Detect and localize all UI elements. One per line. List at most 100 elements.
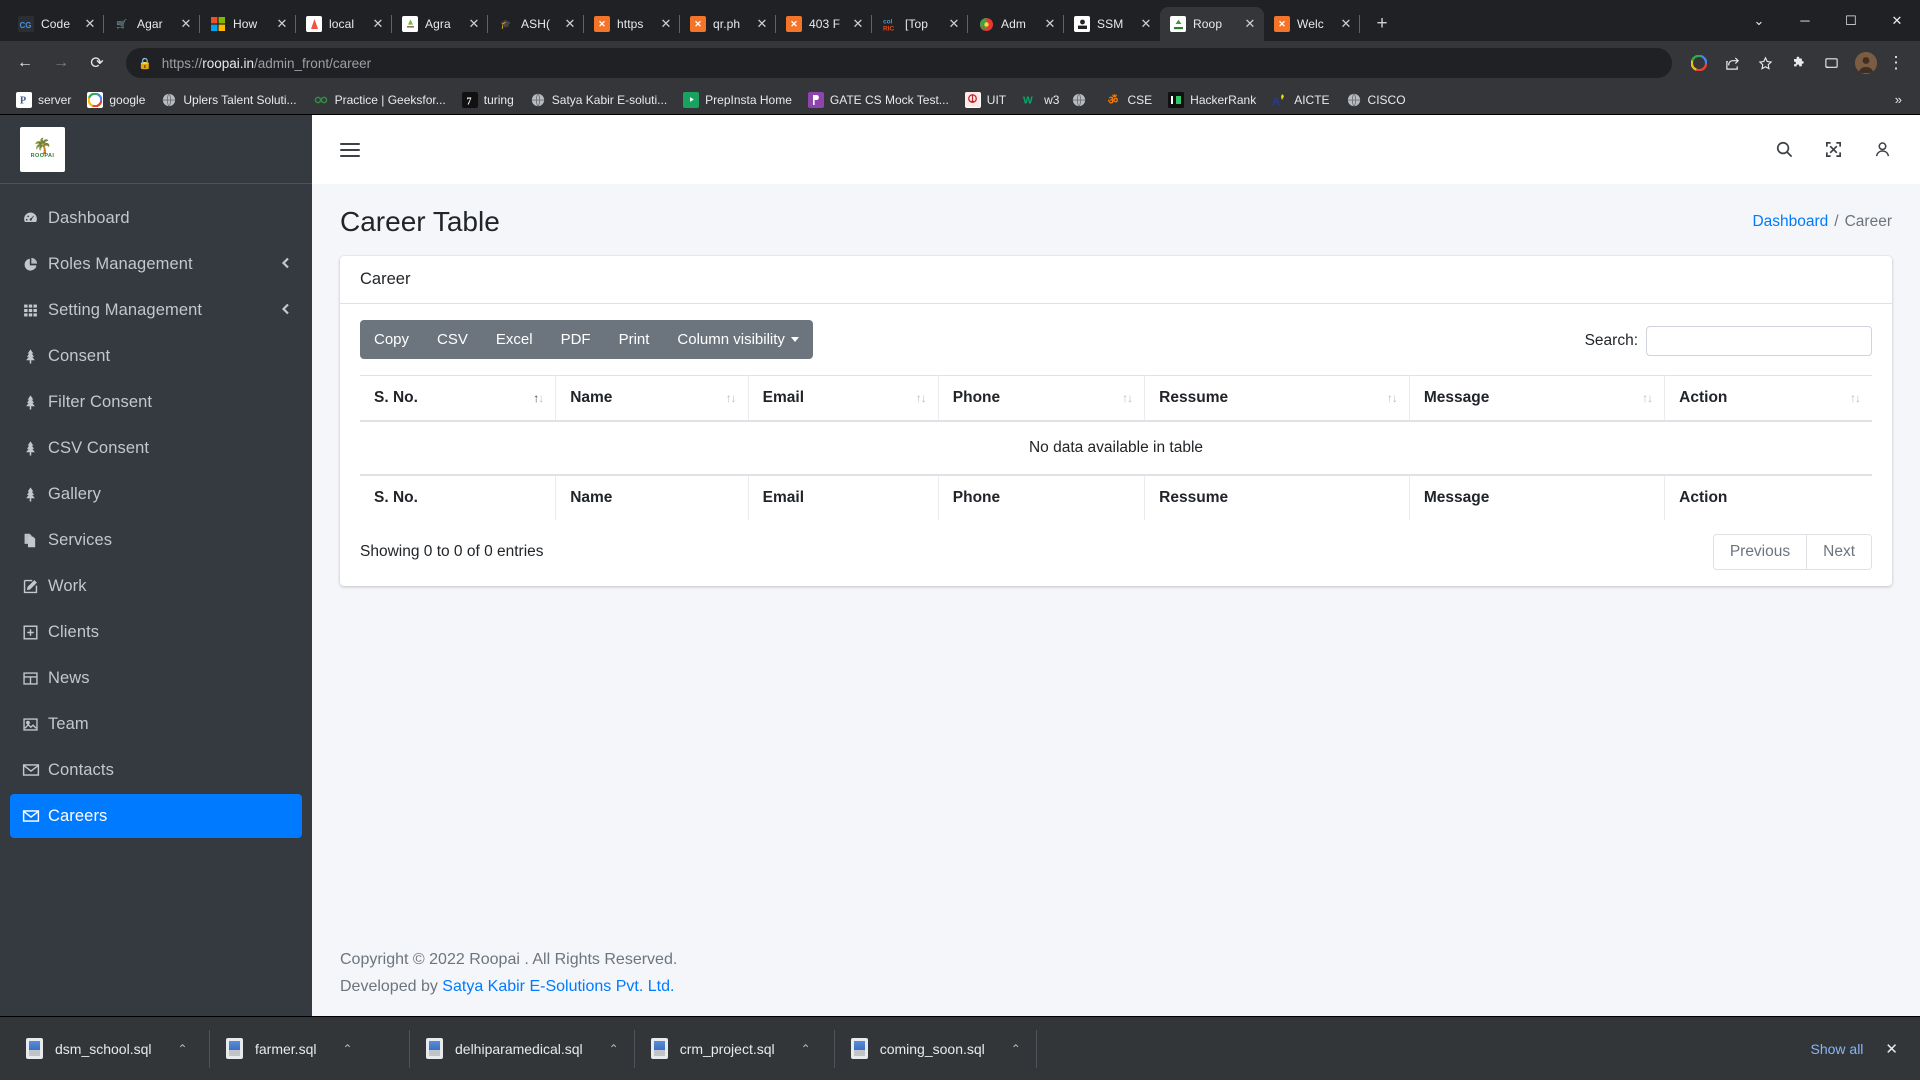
bookmark-item[interactable]: google (79, 88, 153, 112)
browser-tab[interactable]: 🛒 Agar ✕ (104, 7, 200, 41)
bookmark-item[interactable]: Pserver (8, 88, 79, 112)
search-input[interactable] (1646, 326, 1872, 356)
browser-tab[interactable]: Adm ✕ (968, 7, 1064, 41)
sidebar-item-roles-management[interactable]: Roles Management (10, 242, 302, 286)
sidebar-item-filter-consent[interactable]: Filter Consent (10, 380, 302, 424)
column-footer-action[interactable]: Action (1664, 474, 1872, 520)
tab-close-icon[interactable]: ✕ (1242, 16, 1258, 32)
search-icon[interactable] (1775, 140, 1794, 159)
browser-tab[interactable]: col RIC [Top ✕ (872, 7, 968, 41)
column-header-email[interactable]: Email ↑↓ (748, 375, 939, 422)
sidebar-item-csv-consent[interactable]: CSV Consent (10, 426, 302, 470)
share-icon[interactable] (1718, 49, 1746, 77)
download-item[interactable]: dsm_school.sql ⌃ (10, 1026, 210, 1072)
tab-close-icon[interactable]: ✕ (274, 16, 290, 32)
tab-close-icon[interactable]: ✕ (466, 16, 482, 32)
sidebar-item-news[interactable]: News (10, 656, 302, 700)
browser-tab[interactable]: ✕ https ✕ (584, 7, 680, 41)
minimize-button[interactable]: ─ (1782, 0, 1828, 41)
bookmark-item[interactable]: CISCO (1338, 88, 1414, 112)
sidebar-item-services[interactable]: Services (10, 518, 302, 562)
chrome-menu-icon[interactable]: ⋮ (1882, 49, 1910, 77)
column-footer-email[interactable]: Email (748, 474, 939, 520)
column-footer-ressume[interactable]: Ressume (1144, 474, 1410, 520)
sidebar-item-consent[interactable]: Consent (10, 334, 302, 378)
browser-tab[interactable]: ✕ Welc ✕ (1264, 7, 1360, 41)
tab-close-icon[interactable]: ✕ (178, 16, 194, 32)
download-item[interactable]: delhiparamedical.sql ⌃ (410, 1026, 635, 1072)
show-all-downloads-link[interactable]: Show all (1811, 1041, 1864, 1057)
excel-button[interactable]: Excel (482, 320, 547, 359)
chevron-up-icon[interactable]: ⌃ (342, 1042, 352, 1056)
bookmark-star-icon[interactable] (1751, 49, 1779, 77)
tab-close-icon[interactable]: ✕ (946, 16, 962, 32)
csv-button[interactable]: CSV (423, 320, 482, 359)
column-header-phone[interactable]: Phone ↑↓ (938, 375, 1146, 422)
browser-tab[interactable]: Agra ✕ (392, 7, 488, 41)
sort-arrows-icon[interactable]: ↑↓ (916, 391, 927, 405)
chevron-up-icon[interactable]: ⌃ (609, 1042, 619, 1056)
sidebar-item-careers[interactable]: Careers (10, 794, 302, 838)
bookmark-item[interactable]: A AICTE (1264, 88, 1337, 112)
tab-close-icon[interactable]: ✕ (1042, 16, 1058, 32)
back-icon[interactable]: ← (10, 48, 40, 78)
column-header-action[interactable]: Action ↑↓ (1664, 375, 1872, 422)
maximize-button[interactable]: ☐ (1828, 0, 1874, 41)
close-downloads-shelf-icon[interactable]: ✕ (1885, 1040, 1898, 1058)
fullscreen-icon[interactable] (1824, 140, 1843, 159)
browser-tab[interactable]: SSM ✕ (1064, 7, 1160, 41)
sort-arrows-icon[interactable]: ↑↓ (726, 391, 737, 405)
print-button[interactable]: Print (605, 320, 664, 359)
browser-tab[interactable]: How ✕ (200, 7, 296, 41)
sort-arrows-icon[interactable]: ↑↓ (1122, 391, 1133, 405)
sidebar-item-clients[interactable]: Clients (10, 610, 302, 654)
bookmark-item[interactable]: ॐ CSE (1097, 88, 1160, 112)
sidebar-item-work[interactable]: Work (10, 564, 302, 608)
brand-logo-container[interactable]: 🌴 ROOPAI (0, 115, 312, 184)
browser-tab[interactable]: CG Code ✕ (8, 7, 104, 41)
chevron-up-icon[interactable]: ⌃ (801, 1042, 811, 1056)
bookmark-item[interactable]: GATE CS Mock Test... (800, 88, 957, 112)
browser-tab[interactable]: ✕ 403 F ✕ (776, 7, 872, 41)
column-header-name[interactable]: Name ↑↓ (555, 375, 749, 422)
extensions-puzzle-icon[interactable] (1784, 49, 1812, 77)
pdf-button[interactable]: PDF (547, 320, 605, 359)
profile-avatar[interactable] (1855, 52, 1877, 74)
column-footer-s-no[interactable]: S. No. (360, 474, 557, 520)
bookmark-item[interactable]: 7 turing (454, 88, 522, 112)
download-item[interactable]: farmer.sql ⌃ (210, 1026, 410, 1072)
browser-tab[interactable]: local ✕ (296, 7, 392, 41)
bookmark-item[interactable]: HackerRank (1160, 88, 1264, 112)
tab-close-icon[interactable]: ✕ (370, 16, 386, 32)
browser-tab[interactable]: ✕ qr.ph ✕ (680, 7, 776, 41)
bookmark-item[interactable] (1067, 88, 1097, 112)
bookmarks-overflow-button[interactable]: » (1885, 92, 1912, 107)
column-visibility-button[interactable]: Column visibility (663, 320, 813, 359)
bookmark-item[interactable]: UIT (957, 88, 1014, 112)
bookmark-item[interactable]: Uplers Talent Soluti... (153, 88, 304, 112)
chevron-left-icon[interactable] (281, 257, 290, 272)
column-footer-name[interactable]: Name (555, 474, 749, 520)
bookmark-item[interactable]: Ww3 (1014, 88, 1067, 112)
close-window-button[interactable]: ✕ (1874, 0, 1920, 41)
cast-icon[interactable] (1817, 49, 1845, 77)
previous-page-button[interactable]: Previous (1712, 534, 1808, 570)
bookmark-item[interactable]: PrepInsta Home (675, 88, 800, 112)
tab-close-icon[interactable]: ✕ (562, 16, 578, 32)
sidebar-item-contacts[interactable]: Contacts (10, 748, 302, 792)
sidebar-item-gallery[interactable]: Gallery (10, 472, 302, 516)
sidebar-item-team[interactable]: Team (10, 702, 302, 746)
developer-link[interactable]: Satya Kabir E-Solutions Pvt. Ltd. (442, 978, 674, 995)
chevron-up-icon[interactable]: ⌃ (178, 1042, 188, 1056)
bookmark-item[interactable]: Practice | Geeksfor... (305, 88, 454, 112)
tab-close-icon[interactable]: ✕ (1338, 16, 1354, 32)
breadcrumb-dashboard-link[interactable]: Dashboard (1752, 213, 1828, 230)
new-tab-button[interactable]: + (1368, 10, 1396, 38)
menu-toggle-icon[interactable] (340, 142, 360, 157)
bookmark-item[interactable]: Satya Kabir E-soluti... (522, 88, 675, 112)
sort-arrows-icon[interactable]: ↑↓ (1642, 391, 1653, 405)
user-icon[interactable] (1873, 140, 1892, 159)
column-footer-message[interactable]: Message (1409, 474, 1666, 520)
google-g-icon[interactable] (1685, 49, 1713, 77)
forward-icon[interactable]: → (46, 48, 76, 78)
